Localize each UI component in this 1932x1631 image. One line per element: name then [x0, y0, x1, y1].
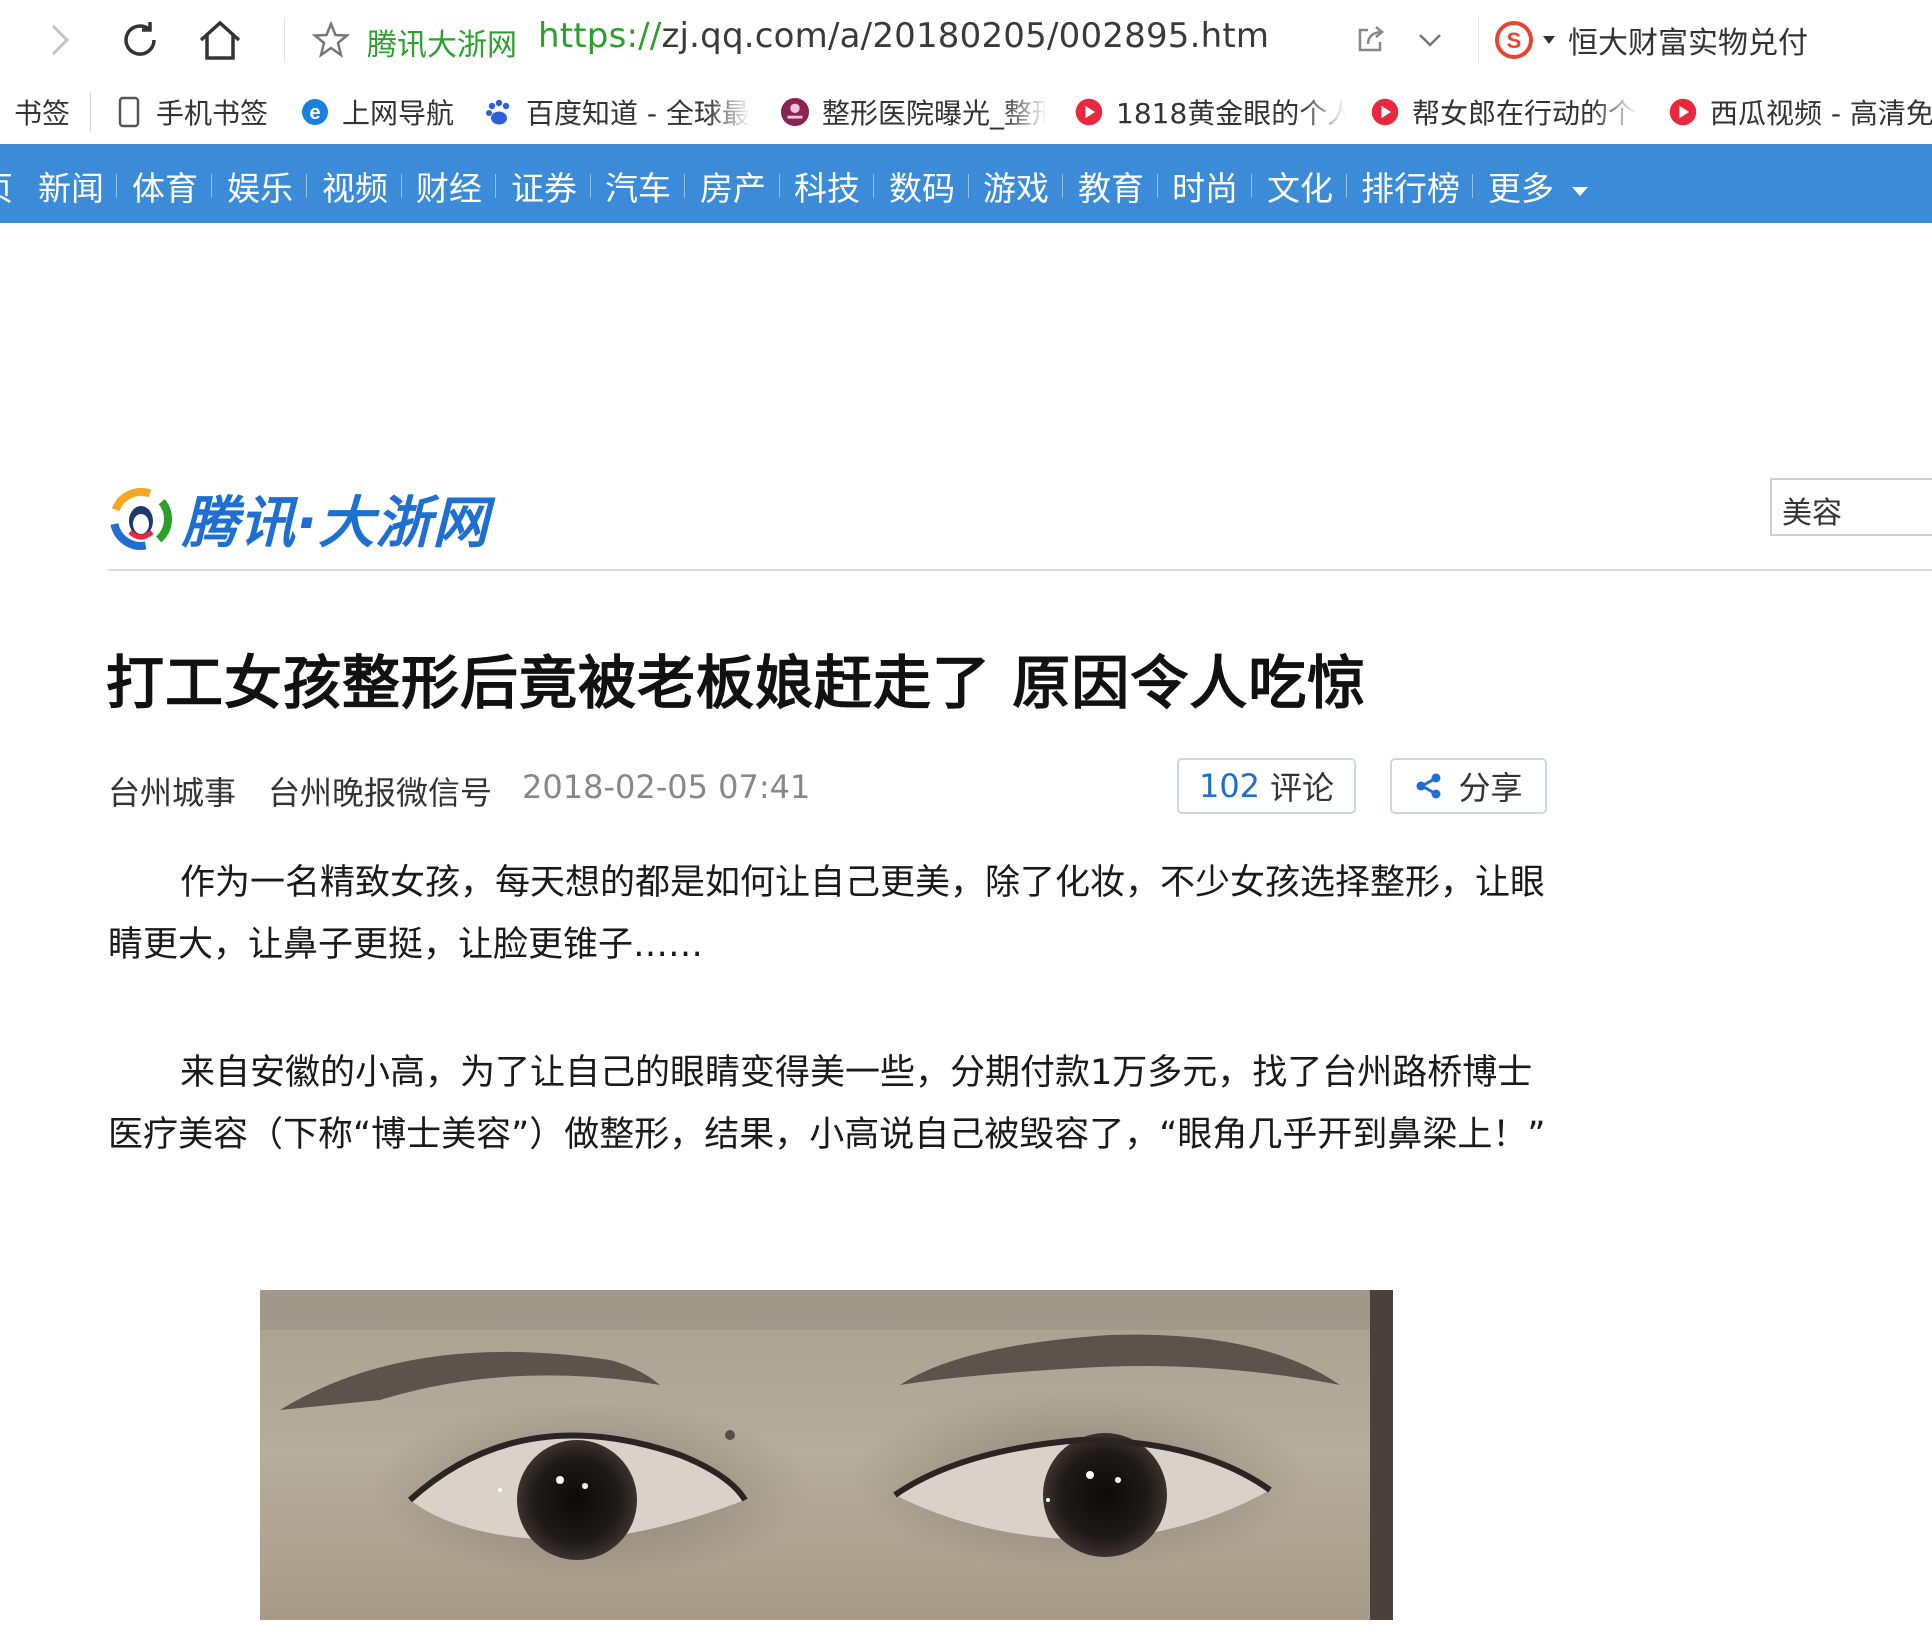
bookmark-item[interactable]: 帮女郎在行动的个: [1370, 94, 1638, 130]
bookmark-item[interactable]: 百度知道 - 全球最: [484, 94, 751, 130]
bookmark-item[interactable]: 西瓜视频 - 高清免: [1668, 94, 1932, 130]
svg-text:e: e: [309, 102, 320, 124]
nav-item-culture[interactable]: 文化: [1267, 162, 1333, 210]
forward-icon[interactable]: [34, 14, 86, 66]
nav-divider: [401, 174, 402, 198]
nav-divider: [779, 174, 780, 198]
share-label: 分享: [1458, 769, 1523, 807]
bookmark-label: 帮女郎在行动的个: [1412, 97, 1637, 130]
article-author[interactable]: 台州晚报微信号: [268, 768, 492, 814]
sogou-logo-icon: S: [1495, 21, 1533, 59]
bookmark-label: 上网导航: [342, 97, 455, 130]
article-title: 打工女孩整形后竟被老板娘赶走了 原因令人吃惊: [106, 649, 1367, 717]
nav-item-tech[interactable]: 科技: [794, 162, 860, 210]
nav-item-games[interactable]: 游戏: [983, 162, 1049, 210]
phone-icon: [114, 96, 144, 128]
comment-count: 102: [1198, 767, 1261, 805]
comments-button[interactable]: 102 评论: [1177, 758, 1356, 814]
video-play-icon: [1370, 97, 1400, 127]
nav-divider: [306, 174, 307, 198]
nav-item-digital[interactable]: 数码: [889, 162, 955, 210]
nav-item-news[interactable]: 新闻: [38, 162, 104, 210]
nav-divider: [684, 174, 685, 198]
chevron-down-icon[interactable]: [1404, 14, 1456, 66]
bookmark-label: 百度知道 - 全球最: [526, 97, 750, 130]
hospital-logo-icon: [780, 97, 810, 127]
url-path: zj.qq.com/a/20180205/002895.htm: [661, 16, 1270, 56]
site-name-label: 腾讯大浙网: [367, 28, 517, 63]
share-icon: [1416, 773, 1441, 799]
nav-item-home[interactable]: 页: [0, 162, 13, 210]
penguin-ring-logo-icon: [110, 487, 172, 550]
bookmark-item[interactable]: 1818黄金眼的个人: [1074, 94, 1346, 130]
nav-divider: [1062, 174, 1063, 198]
nav-item-education[interactable]: 教育: [1078, 162, 1144, 210]
nav-divider: [211, 174, 212, 198]
bookmark-label: 1818黄金眼的个人: [1116, 97, 1346, 130]
bookmark-item[interactable]: e 上网导航: [300, 94, 454, 130]
nav-item-video[interactable]: 视频: [322, 162, 388, 210]
nav-item-rankings[interactable]: 排行榜: [1361, 162, 1460, 210]
address-separator: [284, 18, 285, 62]
video-play-icon: [1074, 97, 1104, 127]
comment-label: 评论: [1270, 769, 1335, 807]
url-field[interactable]: https://zj.qq.com/a/20180205/002895.htm: [538, 16, 1269, 56]
channel-nav-bar: 页 新闻 体育 娱乐 视频 财经 证券 汽车 房产 科技 数码 游戏 教育 时尚…: [0, 144, 1932, 223]
nav-item-auto[interactable]: 汽车: [605, 162, 671, 210]
baidu-paw-icon: [484, 97, 514, 127]
bookmark-label: 整形医院曝光_整形: [822, 97, 1047, 130]
nav-divider: [1157, 174, 1158, 198]
site-logo[interactable]: 腾讯·大浙网: [108, 478, 489, 559]
caret-down-icon: [1571, 186, 1588, 196]
share-button[interactable]: 分享: [1390, 758, 1547, 814]
nav-divider: [590, 174, 591, 198]
bookmark-label: 手机书签: [156, 97, 269, 130]
nav-item-house[interactable]: 房产: [700, 162, 766, 210]
bookmarks-bar: 书签 手机书签 e 上网导航 百度知道 - 全球最 整形医院曝光_整形 1818…: [0, 80, 1932, 145]
nav-divider: [873, 174, 874, 198]
site-search-input[interactable]: 美容: [1770, 478, 1932, 536]
video-play-icon: [1668, 97, 1698, 127]
caret-down-icon: [1543, 36, 1555, 44]
nav-item-more[interactable]: 更多: [1488, 162, 1589, 210]
ie-icon: e: [300, 97, 330, 127]
nav-divider: [495, 174, 496, 198]
nav-divider: [116, 174, 117, 198]
site-logo-text: 腾讯·大浙网: [182, 491, 490, 556]
reload-icon[interactable]: [114, 14, 166, 66]
article-paragraph: 作为一名精致女孩，每天想的都是如何让自己更美，除了化妆，不少女孩选择整形，让眼睛…: [108, 863, 1546, 965]
home-icon[interactable]: [194, 14, 246, 66]
bookmark-item[interactable]: 整形医院曝光_整形: [780, 94, 1047, 130]
search-engine-selector[interactable]: S: [1494, 20, 1556, 60]
nav-item-sports[interactable]: 体育: [132, 162, 198, 210]
svg-text:S: S: [1507, 28, 1522, 53]
url-protocol: https://: [538, 16, 662, 56]
share-page-icon[interactable]: [1344, 14, 1396, 66]
article-paragraph: 来自安徽的小高，为了让自己的眼睛变得美一些，分期付款1万多元，找了台州路桥博士医…: [108, 1053, 1546, 1155]
bookmarks-separator: [90, 92, 91, 132]
nav-item-fashion[interactable]: 时尚: [1172, 162, 1238, 210]
bookmark-item[interactable]: 手机书签: [114, 94, 268, 130]
browser-address-bar: 腾讯大浙网 https://zj.qq.com/a/20180205/00289…: [0, 0, 1932, 80]
bookmarks-label-text: 书签: [14, 97, 71, 130]
nav-more-label: 更多: [1488, 169, 1554, 208]
bookmarks-label[interactable]: 书签: [14, 94, 70, 130]
star-bookmark-icon[interactable]: [305, 14, 357, 66]
nav-divider: [1472, 174, 1473, 198]
header-divider: [108, 569, 1932, 571]
article-timestamp: 2018-02-05 07:41: [522, 768, 811, 806]
browser-search-input[interactable]: 恒大财富实物兑付: [1568, 18, 1808, 62]
nav-divider: [968, 174, 969, 198]
article-source[interactable]: 台州城事: [108, 768, 236, 814]
article-photo: [260, 1290, 1393, 1620]
nav-item-finance[interactable]: 财经: [416, 162, 482, 210]
nav-item-entertainment[interactable]: 娱乐: [227, 162, 293, 210]
nav-item-stocks[interactable]: 证券: [511, 162, 577, 210]
search-separator: [1478, 18, 1479, 62]
bookmark-label: 西瓜视频 - 高清免: [1710, 97, 1932, 130]
nav-divider: [1251, 174, 1252, 198]
nav-divider: [1346, 174, 1347, 198]
